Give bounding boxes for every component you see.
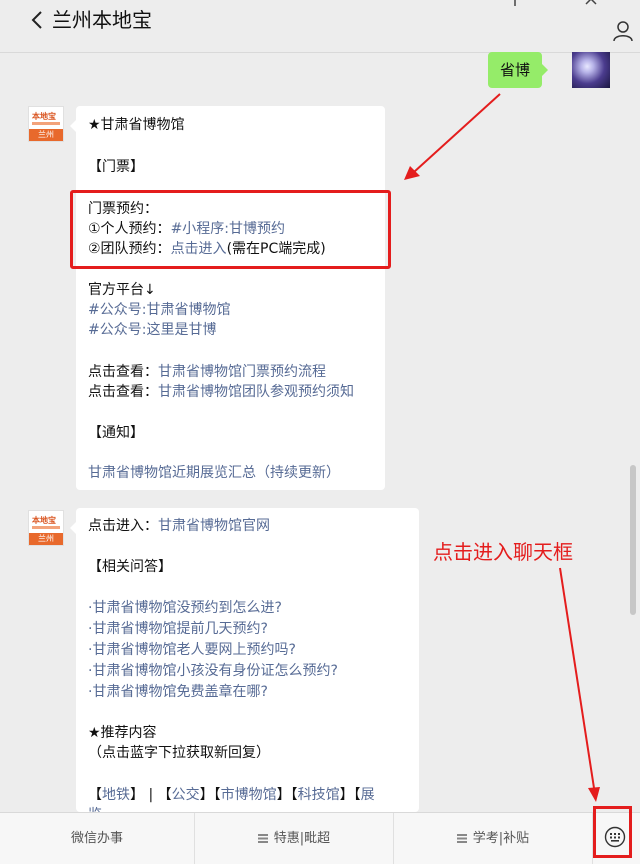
museum-title: ★甘肃省博物馆 bbox=[88, 117, 185, 133]
outgoing-message-row: 省博 bbox=[410, 52, 610, 88]
avatar-city-label: 兰州 bbox=[29, 533, 63, 545]
avatar-logo-text: 本地宝 bbox=[32, 516, 56, 525]
message-bubble-museum-info: ★甘肃省博物馆 【门票】 门票预约： ①个人预约：#小程序:甘博预约 ②团队预约… bbox=[70, 106, 385, 490]
tag-bracket: 【 bbox=[157, 787, 172, 803]
back-arrow-icon[interactable] bbox=[26, 8, 50, 32]
tag-bus[interactable]: 公交 bbox=[172, 787, 200, 803]
account-avatar[interactable]: 本地宝 兰州 bbox=[28, 106, 64, 142]
menu-exam-subsidy[interactable]: 学考|补贴 bbox=[394, 813, 592, 864]
ticket-heading: 【门票】 bbox=[88, 159, 144, 175]
avatar-logo-text: 本地宝 bbox=[32, 112, 56, 121]
official-account-link[interactable]: #公众号:甘肃省博物馆 bbox=[88, 300, 230, 321]
message-bubble-related: 点击进入：甘肃省博物馆官网 【相关问答】 ·甘肃省博物馆没预约到怎么进? ·甘肃… bbox=[70, 508, 419, 823]
official-platform-label: 官方平台↓ bbox=[88, 282, 156, 298]
qa-link[interactable]: ·甘肃省博物馆老人要网上预约吗? bbox=[88, 640, 296, 661]
submenu-icon bbox=[257, 834, 268, 843]
official-site-link[interactable]: 甘肃省博物馆官网 bbox=[158, 518, 270, 534]
chat-scrollbar[interactable] bbox=[630, 465, 636, 615]
menu-deals[interactable]: 特惠|毗超 bbox=[195, 813, 393, 864]
booking-highlight-box bbox=[70, 190, 391, 269]
chat-header: 兰州本地宝 bbox=[0, 0, 640, 53]
keyboard-highlight-box bbox=[593, 806, 632, 858]
qa-link[interactable]: ·甘肃省博物馆没预约到怎么进? bbox=[88, 598, 282, 619]
tag-separator: | bbox=[148, 787, 154, 803]
exhibition-summary-link[interactable]: 甘肃省博物馆近期展览汇总（持续更新） bbox=[88, 463, 340, 484]
tag-bracket: 【 bbox=[353, 787, 361, 803]
qa-link[interactable]: ·甘肃省博物馆小孩没有身份证怎么预约? bbox=[88, 661, 338, 682]
qa-link[interactable]: ·甘肃省博物馆提前几天预约? bbox=[88, 619, 268, 640]
close-icon[interactable] bbox=[584, 0, 598, 6]
menu-item-label: 微信办事 bbox=[70, 831, 123, 846]
booking-process-link[interactable]: 甘肃省博物馆门票预约流程 bbox=[158, 364, 326, 380]
qa-link[interactable]: ·甘肃省博物馆免费盖章在哪? bbox=[88, 682, 268, 703]
view-line: 点击查看：甘肃省博物馆团队参观预约须知 bbox=[88, 382, 354, 403]
enter-label: 点击进入： bbox=[88, 518, 158, 534]
menu-item-label: 特惠|毗超 bbox=[273, 831, 331, 846]
menu-item-label: 学考|补贴 bbox=[472, 831, 530, 846]
view-label: 点击查看： bbox=[88, 364, 158, 380]
official-site-line: 点击进入：甘肃省博物馆官网 bbox=[88, 516, 270, 537]
chat-screen: 兰州本地宝 省博 本地宝 兰州 ★甘肃省博物馆 【门票】 门票预约： ①个人预约… bbox=[0, 0, 640, 864]
chat-title: 兰州本地宝 bbox=[52, 8, 152, 32]
account-avatar[interactable]: 本地宝 兰州 bbox=[28, 510, 64, 546]
submenu-icon bbox=[456, 834, 467, 843]
notice-heading: 【通知】 bbox=[88, 425, 144, 441]
annotation-text: 点击进入聊天框 bbox=[433, 540, 573, 564]
recommend-heading: ★推荐内容 bbox=[88, 725, 157, 741]
topic-tags-line: 【地铁】 | 【公交】【市博物馆】【科技馆】【展 bbox=[88, 785, 375, 806]
tag-metro[interactable]: 地铁 bbox=[102, 787, 130, 803]
tag-bracket: 】 bbox=[199, 787, 214, 803]
view-label: 点击查看： bbox=[88, 384, 158, 400]
menu-wechat-affairs[interactable]: 微信办事 bbox=[0, 813, 194, 864]
tag-science-museum[interactable]: 科技馆 bbox=[298, 787, 340, 803]
pin-icon[interactable] bbox=[508, 0, 522, 8]
avatar-logo-line bbox=[32, 122, 60, 125]
tag-bracket: 】 bbox=[130, 787, 144, 803]
tag-bracket: 【 bbox=[213, 787, 221, 803]
tag-bracket: 】 bbox=[339, 787, 354, 803]
recommend-note: （点击蓝字下拉获取新回复） bbox=[88, 745, 270, 761]
avatar-city-label: 兰州 bbox=[29, 129, 63, 141]
tag-bracket: 】 bbox=[276, 787, 291, 803]
official-account-link[interactable]: #公众号:这里是甘博 bbox=[88, 320, 216, 341]
tag-city-museum[interactable]: 市博物馆 bbox=[221, 787, 277, 803]
user-profile-icon[interactable] bbox=[612, 20, 634, 42]
qa-heading: 【相关问答】 bbox=[88, 559, 172, 575]
my-avatar[interactable] bbox=[572, 52, 610, 88]
tag-bracket: 【 bbox=[88, 787, 102, 803]
tag-bracket: 【 bbox=[290, 787, 298, 803]
avatar-logo-line bbox=[32, 526, 60, 529]
tag-exhibition[interactable]: 展 bbox=[361, 787, 375, 803]
group-visit-notice-link[interactable]: 甘肃省博物馆团队参观预约须知 bbox=[158, 384, 354, 400]
outgoing-message-bubble[interactable]: 省博 bbox=[487, 52, 549, 88]
view-line: 点击查看：甘肃省博物馆门票预约流程 bbox=[88, 362, 326, 383]
bottom-menu-bar: 微信办事 特惠|毗超 学考|补贴 bbox=[0, 812, 640, 864]
